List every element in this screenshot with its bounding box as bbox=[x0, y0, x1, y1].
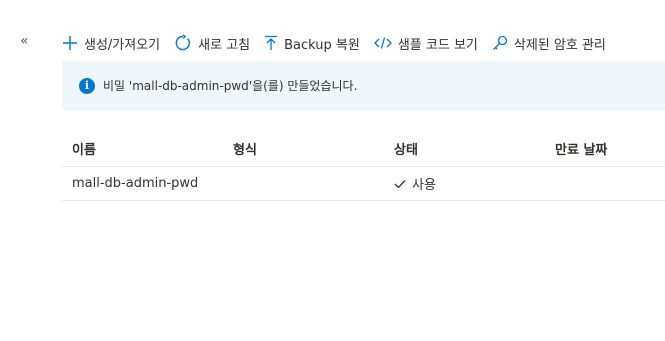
column-header-status[interactable]: 상태 bbox=[394, 139, 555, 158]
table-header: 이름 형식 상태 만료 날짜 bbox=[62, 131, 665, 167]
plus-icon bbox=[63, 36, 77, 50]
view-sample-code-button[interactable]: 샘플 코드 보기 bbox=[373, 34, 478, 53]
table-row[interactable]: mall-db-admin-pwd 사용 bbox=[62, 167, 665, 201]
manage-deleted-secrets-button[interactable]: 삭제된 암호 관리 bbox=[492, 34, 606, 53]
info-banner: i 비밀 'mall-db-admin-pwd'을(를) 만들었습니다. bbox=[62, 61, 665, 110]
generate-import-button[interactable]: 생성/가져오기 bbox=[62, 34, 160, 53]
column-header-type[interactable]: 형식 bbox=[233, 139, 394, 158]
collapse-sidebar-button[interactable]: « bbox=[20, 33, 29, 49]
manage-deleted-secrets-label: 삭제된 암호 관리 bbox=[513, 37, 606, 53]
refresh-icon bbox=[175, 34, 191, 51]
secret-status-label: 사용 bbox=[412, 178, 436, 193]
upload-icon bbox=[265, 35, 278, 50]
refresh-button[interactable]: 새로 고침 bbox=[174, 34, 250, 53]
secret-name-link[interactable]: mall-db-admin-pwd bbox=[62, 176, 233, 191]
command-bar: 생성/가져오기 새로 고침 Backup 복원 샘플 코드 보기 삭제된 암호 … bbox=[62, 28, 665, 58]
info-icon: i bbox=[79, 77, 95, 94]
info-message: 비밀 'mall-db-admin-pwd'을(를) 만들었습니다. bbox=[103, 79, 358, 93]
refresh-label: 새로 고침 bbox=[198, 37, 251, 53]
code-icon bbox=[373, 37, 392, 49]
column-header-name[interactable]: 이름 bbox=[62, 139, 233, 158]
restore-backup-label: Backup 복원 bbox=[284, 37, 360, 53]
restore-backup-button[interactable]: Backup 복원 bbox=[264, 34, 360, 53]
view-sample-code-label: 샘플 코드 보기 bbox=[397, 37, 478, 53]
column-header-expiration[interactable]: 만료 날짜 bbox=[555, 139, 665, 158]
secret-status-cell: 사용 bbox=[394, 174, 555, 193]
checkmark-icon bbox=[394, 179, 406, 188]
generate-import-label: 생성/가져오기 bbox=[84, 37, 161, 53]
secrets-table: 이름 형식 상태 만료 날짜 mall-db-admin-pwd 사용 bbox=[62, 131, 665, 201]
key-icon bbox=[492, 35, 508, 50]
